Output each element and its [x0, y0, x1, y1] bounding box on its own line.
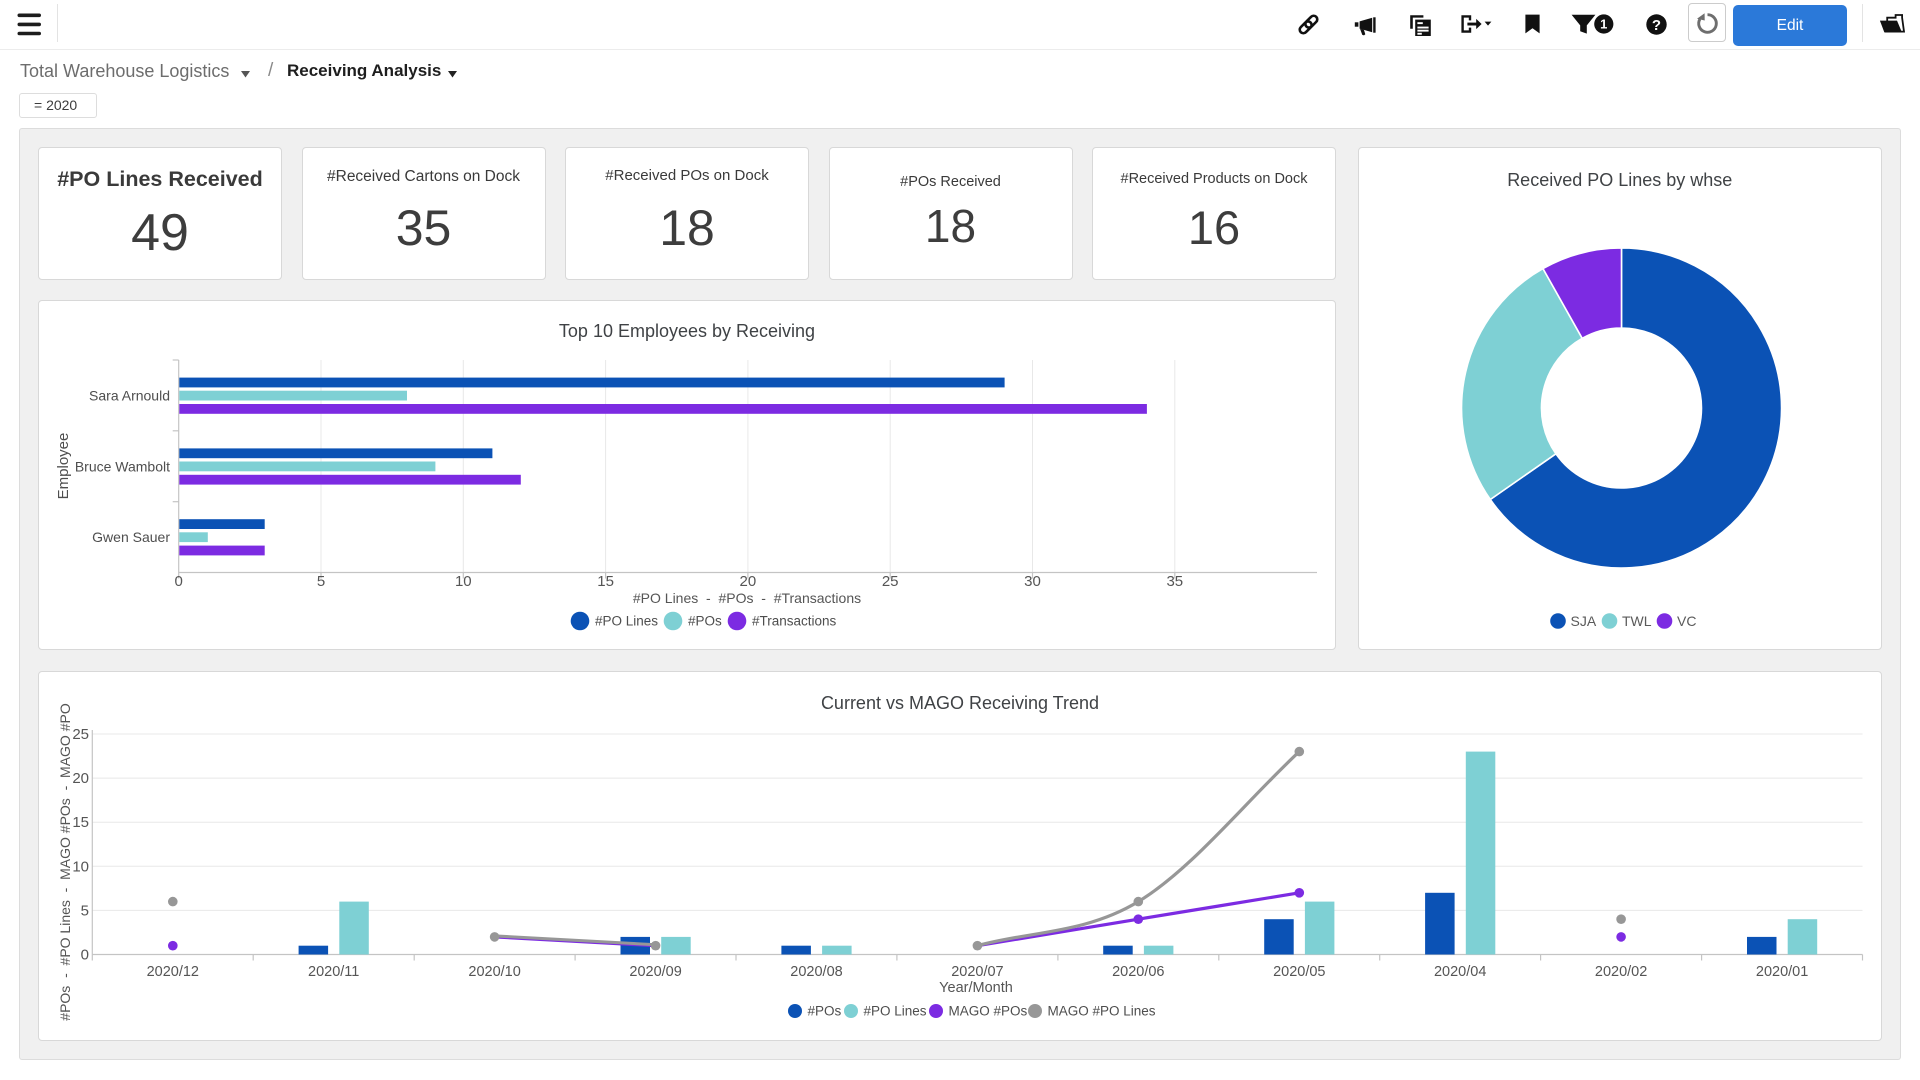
svg-text:#POs: #POs: [808, 1004, 842, 1019]
svg-text:Employee: Employee: [55, 433, 72, 500]
svg-text:5: 5: [81, 902, 89, 919]
svg-text:#Transactions: #Transactions: [752, 614, 837, 629]
svg-text:#POs - #PO Lines - MAGO #P: #POs - #PO Lines - MAGO #POs - MAGO #PO: [57, 703, 73, 1021]
svg-text:1: 1: [1600, 17, 1607, 32]
svg-text:MAGO #PO Lines: MAGO #PO Lines: [1048, 1004, 1156, 1019]
svg-text:Sara Arnould: Sara Arnould: [89, 388, 170, 404]
svg-text:Gwen Sauer: Gwen Sauer: [92, 529, 170, 545]
svg-text:2020/11: 2020/11: [308, 964, 359, 980]
svg-text:25: 25: [72, 726, 89, 743]
svg-text:#PO Lines: #PO Lines: [595, 614, 658, 629]
svg-text:TWL: TWL: [1622, 613, 1652, 629]
svg-text:2020/04: 2020/04: [1434, 964, 1486, 980]
svg-text:Year/Month: Year/Month: [939, 980, 1013, 996]
svg-text:2020/07: 2020/07: [951, 964, 1003, 980]
svg-text:Bruce Wambolt: Bruce Wambolt: [75, 458, 170, 474]
svg-text:15: 15: [72, 814, 89, 831]
svg-text:20: 20: [72, 770, 89, 787]
svg-text:#PO Lines - #POs - #Transa: #PO Lines - #POs - #Transactions: [633, 590, 861, 606]
svg-text:VC: VC: [1677, 613, 1696, 629]
svg-text:30: 30: [1024, 573, 1041, 590]
svg-text:MAGO #POs: MAGO #POs: [949, 1004, 1028, 1019]
svg-text:20: 20: [740, 573, 757, 590]
svg-text:35: 35: [1166, 573, 1183, 590]
svg-text:15: 15: [597, 573, 614, 590]
svg-text:#PO Lines: #PO Lines: [864, 1004, 927, 1019]
svg-text:10: 10: [455, 573, 472, 590]
svg-text:0: 0: [175, 573, 183, 590]
svg-text:2020/12: 2020/12: [147, 964, 199, 980]
svg-text:2020/05: 2020/05: [1273, 964, 1325, 980]
svg-text:10: 10: [72, 858, 89, 875]
svg-text:?: ?: [1652, 16, 1661, 33]
svg-text:5: 5: [317, 573, 325, 590]
svg-text:2020/09: 2020/09: [629, 964, 681, 980]
svg-text:#POs: #POs: [688, 614, 722, 629]
svg-text:SJA: SJA: [1570, 613, 1596, 629]
svg-text:25: 25: [882, 573, 899, 590]
svg-text:2020/02: 2020/02: [1595, 964, 1647, 980]
svg-text:2020/08: 2020/08: [790, 964, 842, 980]
svg-text:0: 0: [81, 947, 89, 964]
svg-text:2020/01: 2020/01: [1756, 964, 1808, 980]
svg-text:2020/06: 2020/06: [1112, 964, 1164, 980]
svg-text:2020/10: 2020/10: [468, 964, 520, 980]
